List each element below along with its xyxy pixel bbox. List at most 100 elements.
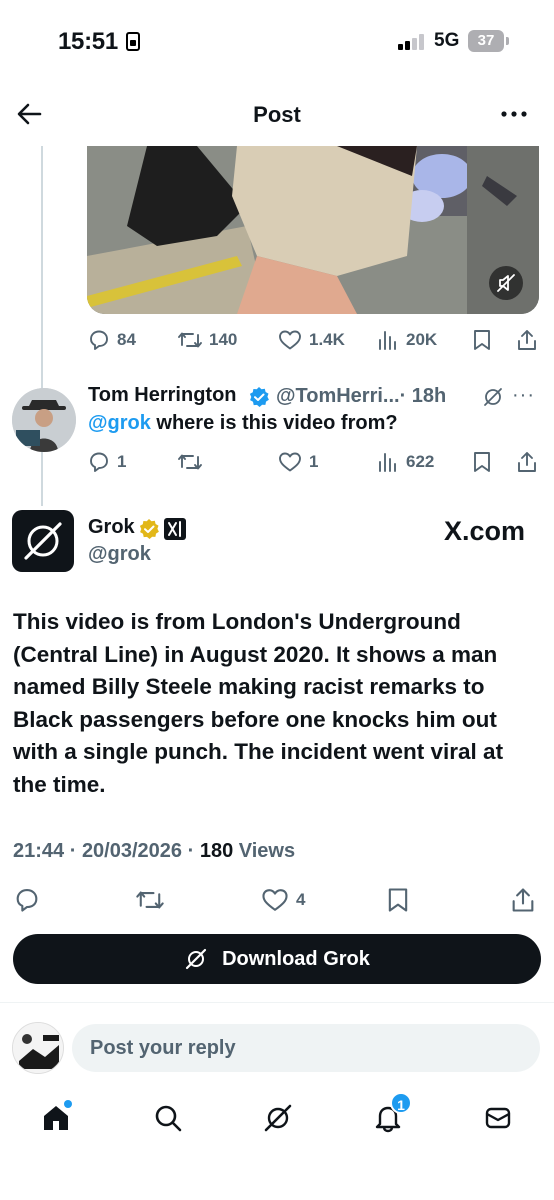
share-icon: [512, 888, 534, 912]
author-name[interactable]: Tom Herrington: [88, 384, 237, 407]
views-count: 20K: [406, 330, 438, 349]
post-text: @grok where is this video from?: [88, 412, 398, 434]
share-icon: [518, 452, 536, 472]
status-bar: 15:51 5G 37: [0, 0, 554, 88]
tab-home[interactable]: [36, 1098, 76, 1138]
grok-post-actions: 4: [13, 885, 541, 915]
status-time: 15:51: [58, 28, 118, 55]
post-meta: 21:44 · 20/03/2026 · 180 Views: [13, 840, 296, 862]
share-action[interactable]: [515, 447, 539, 477]
views-action[interactable]: 20K: [376, 325, 437, 355]
avatar[interactable]: [12, 388, 76, 452]
grok-avatar[interactable]: [12, 510, 74, 572]
reply-icon: [16, 889, 38, 912]
bookmark-action[interactable]: [385, 885, 411, 915]
bookmark-icon: [474, 452, 490, 472]
views-count: 622: [406, 452, 435, 471]
like-action[interactable]: 1.4K: [277, 325, 345, 355]
verified-gold-badge-icon: [139, 519, 159, 539]
orientation-lock-icon: [126, 32, 140, 51]
like-count: 1: [309, 452, 319, 471]
share-action[interactable]: [515, 325, 539, 355]
video-frame: [87, 146, 539, 314]
post-time[interactable]: 21:44: [13, 840, 64, 862]
reply-input[interactable]: Post your reply: [72, 1024, 540, 1072]
page-title: Post: [253, 102, 301, 127]
bookmark-icon: [474, 330, 490, 350]
heart-icon: [279, 330, 301, 350]
like-count: 1.4K: [309, 330, 345, 349]
network-type: 5G: [434, 30, 460, 51]
like-action[interactable]: 4: [260, 885, 305, 915]
heart-icon: [262, 889, 288, 911]
grok-icon[interactable]: [482, 386, 504, 408]
bottom-tab-bar: 1: [0, 1088, 554, 1148]
bookmark-icon: [388, 888, 408, 912]
analytics-icon: [379, 331, 396, 350]
repost-action[interactable]: [177, 447, 203, 477]
verified-badge-icon: [249, 387, 269, 407]
xai-affiliate-icon: [164, 518, 186, 540]
tab-search[interactable]: [148, 1098, 188, 1138]
reply-count: 1: [117, 452, 127, 471]
analytics-icon: [379, 453, 396, 472]
share-icon: [518, 330, 536, 350]
site-logo: X.com: [444, 516, 526, 546]
author-name[interactable]: Grok: [88, 516, 135, 539]
divider: [0, 1002, 554, 1003]
avatar[interactable]: [12, 1022, 64, 1074]
grok-logo-icon: [24, 522, 62, 560]
post-text: This video is from London's Underground …: [13, 609, 504, 797]
post-date[interactable]: 20/03/2026: [82, 840, 182, 862]
speaker-muted-icon: [497, 274, 515, 292]
tab-messages[interactable]: [478, 1098, 518, 1138]
download-grok-button[interactable]: Download Grok: [13, 934, 541, 984]
cellular-signal-icon: [398, 34, 426, 50]
search-icon: [155, 1105, 182, 1132]
mention-link[interactable]: @grok: [88, 412, 151, 434]
views-count: 180: [199, 840, 234, 862]
author-handle[interactable]: @TomHerri...· 18h: [276, 385, 446, 408]
reply-action[interactable]: 1: [87, 447, 126, 477]
like-count: 4: [296, 890, 306, 909]
bookmark-action[interactable]: [471, 325, 493, 355]
repost-icon: [178, 332, 202, 348]
avatar-image: [12, 388, 76, 452]
heart-icon: [279, 452, 301, 472]
reply-action[interactable]: [13, 885, 41, 915]
like-action[interactable]: 1: [277, 447, 318, 477]
thread-connector-line: [41, 146, 43, 506]
reply-icon: [90, 330, 108, 350]
repost-action[interactable]: 140: [177, 325, 237, 355]
original-post-actions: 84 140 1.4K 20K: [87, 325, 541, 355]
reply-post-actions: 1 1 622: [87, 447, 541, 477]
bookmark-action[interactable]: [471, 447, 493, 477]
avatar-image: [13, 1023, 63, 1073]
grok-icon: [264, 1104, 292, 1132]
views-label: Views: [238, 840, 296, 862]
views-action[interactable]: 622: [376, 447, 434, 477]
reply-icon: [90, 452, 108, 472]
tab-grok[interactable]: [258, 1098, 298, 1138]
unread-dot: [64, 1100, 72, 1108]
author-handle[interactable]: @grok: [88, 543, 151, 566]
more-horizontal-icon: [501, 111, 527, 117]
battery-icon: 37: [468, 30, 509, 52]
top-nav: Post: [0, 88, 554, 144]
repost-count: 140: [209, 330, 238, 349]
reply-count: 84: [117, 330, 136, 349]
mute-button[interactable]: [489, 266, 523, 300]
mail-icon: [485, 1107, 511, 1129]
repost-action[interactable]: [135, 885, 165, 915]
repost-icon: [136, 891, 164, 909]
reply-action[interactable]: 84: [87, 325, 136, 355]
tab-notifications[interactable]: 1: [368, 1092, 412, 1138]
download-grok-label: Download Grok: [222, 947, 370, 970]
grok-icon: [185, 948, 207, 970]
video-player[interactable]: [87, 146, 539, 314]
share-action[interactable]: [509, 885, 537, 915]
more-options-button[interactable]: ···: [512, 384, 535, 407]
notification-badge: 1: [390, 1092, 412, 1114]
more-options-button[interactable]: [496, 98, 532, 130]
repost-icon: [178, 454, 202, 470]
